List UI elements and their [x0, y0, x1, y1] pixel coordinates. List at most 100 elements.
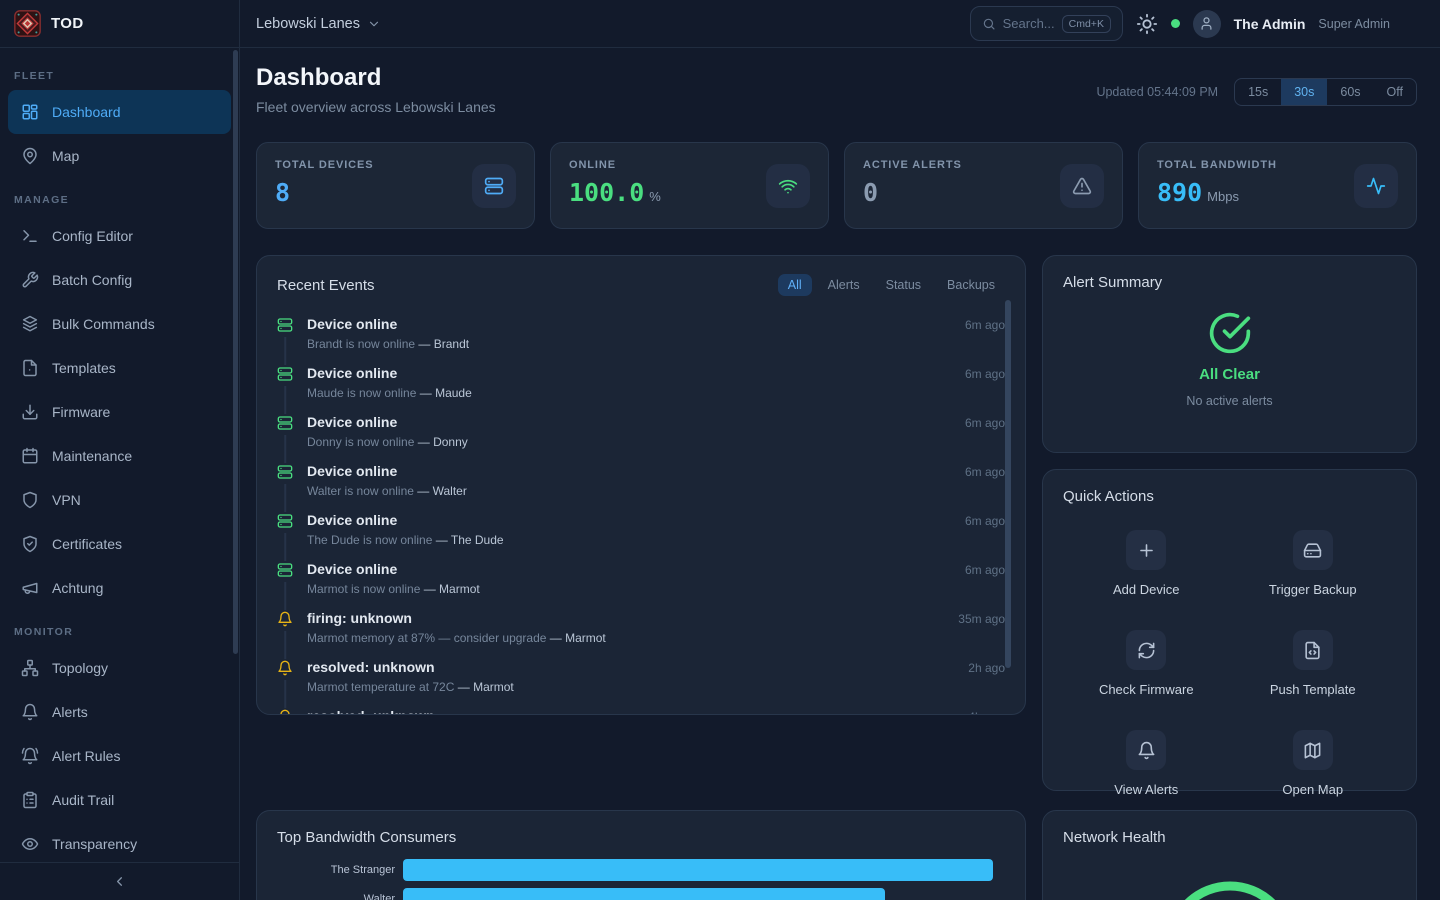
stat-value: 0 — [863, 178, 962, 207]
sidebar-item-bulk-commands[interactable]: Bulk Commands — [8, 302, 231, 346]
search-icon — [982, 17, 996, 31]
sidebar-item-batch-config[interactable]: Batch Config — [8, 258, 231, 302]
bell-icon — [277, 709, 293, 715]
bell-icon — [277, 611, 293, 627]
sidebar-item-alert-rules[interactable]: Alert Rules — [8, 734, 231, 778]
events-tab-backups[interactable]: Backups — [937, 274, 1005, 296]
refresh-option-off[interactable]: Off — [1374, 79, 1416, 105]
alert-summary-panel: Alert Summary All Clear No active alerts — [1042, 255, 1417, 453]
megaphone-icon — [21, 579, 39, 597]
refresh-option-15s[interactable]: 15s — [1235, 79, 1281, 105]
event-row[interactable]: firing: unknown Marmot memory at 87% — co… — [277, 603, 1005, 652]
network-health-panel: Network Health 100 — [1042, 810, 1417, 900]
server-icon — [484, 176, 504, 196]
events-list: Device online Brandt is now online — Bran… — [277, 309, 1005, 715]
quick-action-check-firmware[interactable]: Check Firmware — [1063, 630, 1230, 697]
sidebar-item-firmware[interactable]: Firmware — [8, 390, 231, 434]
sidebar-item-achtung[interactable]: Achtung — [8, 566, 231, 610]
event-title: firing: unknown — [307, 609, 944, 627]
quick-action-push-template[interactable]: Push Template — [1230, 630, 1397, 697]
quick-action-label: Add Device — [1113, 582, 1179, 597]
server-icon — [277, 562, 293, 578]
refresh-option-30s[interactable]: 30s — [1281, 79, 1327, 105]
event-time: 6m ago — [965, 462, 1005, 499]
sidebar-scrollbar[interactable] — [233, 50, 238, 654]
event-device: — Donny — [418, 435, 468, 449]
refresh-icon — [1137, 641, 1156, 660]
activity-icon — [1366, 176, 1386, 196]
event-detail: Walter is now online — Walter — [307, 484, 951, 499]
sidebar-item-alerts[interactable]: Alerts — [8, 690, 231, 734]
event-detail: Brandt is now online — Brandt — [307, 337, 951, 352]
sidebar-item-vpn[interactable]: VPN — [8, 478, 231, 522]
quick-action-label: View Alerts — [1114, 782, 1178, 797]
events-tab-status[interactable]: Status — [876, 274, 931, 296]
sidebar-item-maintenance[interactable]: Maintenance — [8, 434, 231, 478]
file-code-icon — [1303, 641, 1322, 660]
bandwidth-panel: Top Bandwidth Consumers The Stranger Walt… — [256, 810, 1026, 900]
search-placeholder: Search... — [1003, 16, 1055, 31]
clipboard-list-icon — [21, 791, 39, 809]
event-row[interactable]: Device onlineWalter is now online — Walt… — [277, 456, 1005, 505]
sidebar-item-audit-trail[interactable]: Audit Trail — [8, 778, 231, 822]
nav-section-monitor: MONITOR — [14, 626, 239, 638]
event-detail: Marmot memory at 87% — consider upgrade … — [307, 631, 944, 646]
alert-detail-text: No active alerts — [1186, 394, 1272, 408]
refresh-option-60s[interactable]: 60s — [1327, 79, 1373, 105]
sidebar-item-transparency[interactable]: Transparency — [8, 822, 231, 862]
refresh-interval-control: 15s30s60sOff — [1234, 78, 1417, 106]
event-title: Device online — [307, 413, 951, 431]
user-menu-chevron-icon[interactable] — [1403, 17, 1417, 31]
bandwidth-bar-row: Walter — [277, 888, 1005, 900]
dashboard-icon — [21, 103, 39, 121]
alert-triangle-icon — [1072, 176, 1092, 196]
sidebar-item-label: Achtung — [52, 580, 103, 596]
bandwidth-bar-label: The Stranger — [277, 864, 395, 876]
user-icon — [1199, 16, 1214, 31]
theme-toggle-button[interactable] — [1136, 13, 1158, 35]
events-tab-alerts[interactable]: Alerts — [818, 274, 870, 296]
brand-name: TOD — [51, 15, 84, 32]
quick-action-trigger-backup[interactable]: Trigger Backup — [1230, 530, 1397, 597]
event-row[interactable]: Device onlineMaude is now online — Maude… — [277, 358, 1005, 407]
quick-action-view-alerts[interactable]: View Alerts — [1063, 730, 1230, 797]
sidebar-item-certificates[interactable]: Certificates — [8, 522, 231, 566]
event-row[interactable]: Device onlineMarmot is now online — Marm… — [277, 554, 1005, 603]
event-device: — Marmot — [550, 631, 606, 645]
avatar[interactable] — [1193, 10, 1221, 38]
sidebar-item-label: Config Editor — [52, 228, 133, 244]
status-dot — [1171, 19, 1180, 28]
event-title: resolved: unknown — [307, 707, 954, 715]
events-scrollbar[interactable] — [1005, 300, 1011, 668]
org-switcher[interactable]: Lebowski Lanes — [256, 16, 381, 32]
search-input[interactable]: Search... Cmd+K — [970, 6, 1123, 41]
event-time: 4h ago — [968, 707, 1005, 715]
event-row[interactable]: Device onlineBrandt is now online — Bran… — [277, 309, 1005, 358]
sidebar-item-map[interactable]: Map — [8, 134, 231, 178]
quick-action-open-map[interactable]: Open Map — [1230, 730, 1397, 797]
events-tab-all[interactable]: All — [778, 274, 812, 296]
sidebar-item-label: Firmware — [52, 404, 110, 420]
quick-action-label: Open Map — [1282, 782, 1343, 797]
quick-action-add-device[interactable]: Add Device — [1063, 530, 1230, 597]
sidebar-item-templates[interactable]: Templates — [8, 346, 231, 390]
chevron-down-icon — [367, 17, 381, 31]
sidebar-item-topology[interactable]: Topology — [8, 646, 231, 690]
event-row[interactable]: Device onlineThe Dude is now online — Th… — [277, 505, 1005, 554]
event-device: — Brandt — [418, 337, 469, 351]
event-row[interactable]: Device onlineDonny is now online — Donny… — [277, 407, 1005, 456]
event-device: — Walter — [417, 484, 467, 498]
network-health-title: Network Health — [1063, 829, 1166, 846]
sidebar-item-config-editor[interactable]: Config Editor — [8, 214, 231, 258]
sidebar-collapse-button[interactable] — [106, 870, 134, 894]
event-device: — Maude — [420, 386, 472, 400]
sidebar-item-dashboard[interactable]: Dashboard — [8, 90, 231, 134]
logo-icon — [14, 10, 41, 37]
event-row[interactable]: resolved: unknown 4h ago — [277, 701, 1005, 715]
app-root: TOD FLEETDashboardMapMANAGEConfig Editor… — [0, 0, 1440, 900]
bandwidth-title: Top Bandwidth Consumers — [277, 829, 456, 846]
sidebar-item-label: Alert Rules — [52, 748, 120, 764]
server-icon — [277, 317, 293, 333]
sidebar-footer — [0, 862, 239, 900]
event-row[interactable]: resolved: unknownMarmot temperature at 7… — [277, 652, 1005, 701]
